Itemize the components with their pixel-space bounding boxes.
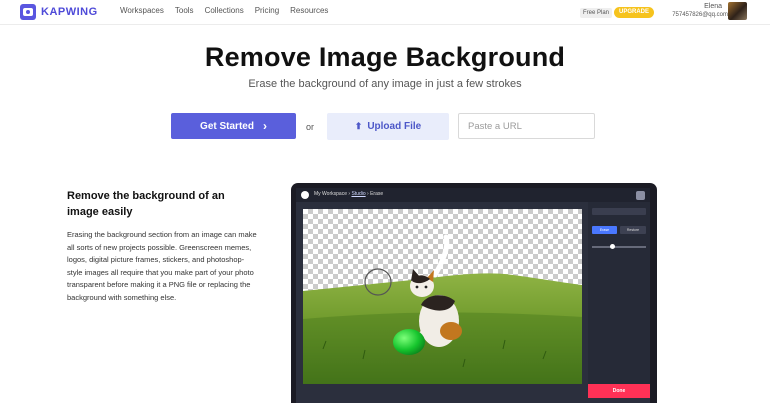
editor-screen: My Workspace › Studio › Erase Erase Rest… xyxy=(296,188,650,403)
restore-mode-button[interactable]: Restore xyxy=(620,226,646,234)
user-name: Elena xyxy=(704,3,722,10)
nav-item-tools[interactable]: Tools xyxy=(175,6,194,15)
kapwing-logo-icon xyxy=(20,4,36,20)
chevron-right-icon: › xyxy=(262,119,267,133)
editor-header: My Workspace › Studio › Erase xyxy=(296,188,650,202)
brush-slider[interactable] xyxy=(592,244,646,249)
upload-icon: ⬆ xyxy=(354,121,363,131)
brush-size-dropdown[interactable] xyxy=(592,208,646,215)
transparent-canvas xyxy=(303,209,582,384)
get-started-button[interactable]: Get Started › xyxy=(171,113,296,139)
cat-on-grass-image xyxy=(303,234,582,384)
editor-breadcrumb: My Workspace › Studio › Erase xyxy=(314,191,383,197)
avatar[interactable] xyxy=(728,2,747,20)
upgrade-button[interactable]: UPGRADE xyxy=(614,7,654,18)
workspace-icon xyxy=(301,191,309,199)
crumb-erase: Erase xyxy=(370,191,384,197)
brand-name: KAPWING xyxy=(41,6,98,18)
paste-url-input[interactable] xyxy=(458,113,595,139)
main-nav: Workspaces Tools Collections Pricing Res… xyxy=(120,6,339,15)
editor-menu-icon xyxy=(636,191,645,200)
nav-item-collections[interactable]: Collections xyxy=(205,6,244,15)
mode-buttons: Erase Restore xyxy=(592,226,646,234)
done-button[interactable]: Done xyxy=(588,384,650,398)
top-navbar: KAPWING Workspaces Tools Collections Pri… xyxy=(0,0,770,25)
plan-badge: Free Plan xyxy=(580,8,613,18)
nav-item-pricing[interactable]: Pricing xyxy=(255,6,279,15)
section-description: Erasing the background section from an i… xyxy=(67,230,257,302)
slider-knob[interactable] xyxy=(610,244,615,249)
upload-file-label: Upload File xyxy=(367,121,422,132)
crumb-workspace: My Workspace xyxy=(314,191,347,197)
kapwing-logo[interactable]: KAPWING xyxy=(20,4,98,20)
erase-mode-button[interactable]: Erase xyxy=(592,226,617,234)
user-email: 757457826@qq.com xyxy=(672,12,728,18)
page-subtitle: Erase the background of any image in jus… xyxy=(248,78,522,90)
nav-item-resources[interactable]: Resources xyxy=(290,6,328,15)
page-title: Remove Image Background xyxy=(204,42,566,72)
crumb-separator: › xyxy=(367,191,369,197)
get-started-label: Get Started xyxy=(200,120,254,132)
laptop-screenshot: My Workspace › Studio › Erase Erase Rest… xyxy=(291,183,657,403)
crumb-separator: › xyxy=(348,191,351,197)
section-title: Remove the background of an image easily xyxy=(67,190,225,218)
erase-tools-panel: Erase Restore xyxy=(588,202,650,384)
nav-item-workspaces[interactable]: Workspaces xyxy=(120,6,164,15)
or-label: or xyxy=(306,122,315,132)
upload-file-button[interactable]: ⬆ Upload File xyxy=(327,113,449,140)
crumb-studio: Studio xyxy=(351,191,366,197)
